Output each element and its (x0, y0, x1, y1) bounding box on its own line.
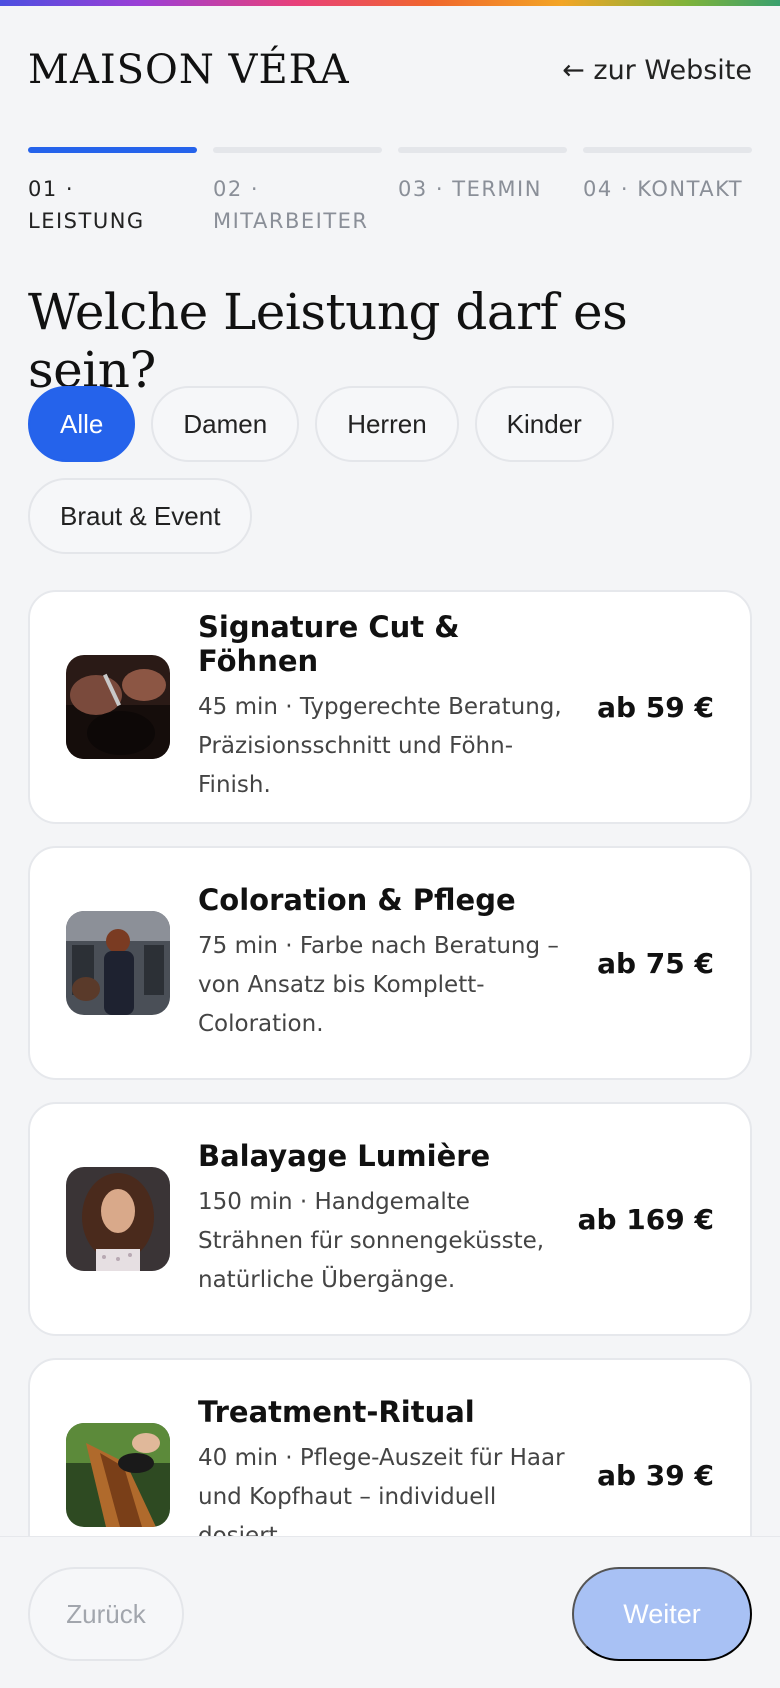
service-title: Treatment-Ritual (198, 1394, 475, 1429)
wizard-footer: Zurück Weiter (0, 1536, 780, 1688)
top-accent-bar (0, 0, 780, 6)
step-contact: 04 · KONTAKT (583, 147, 752, 237)
step-label: 04 · KONTAKT (583, 177, 744, 201)
service-info: Balayage Lumière 150 min · Handgemalte S… (198, 1139, 578, 1300)
step-progress-bar (28, 147, 197, 153)
haircut-photo (66, 655, 170, 759)
back-button[interactable]: Zurück (28, 1567, 184, 1661)
service-card[interactable]: Balayage Lumière 150 min · Handgemalte S… (28, 1102, 752, 1336)
service-price: ab 75 € (597, 946, 714, 980)
step-progress-bar (213, 147, 382, 153)
step-service: 01 · LEISTUNG (28, 147, 197, 237)
portrait-photo (66, 1167, 170, 1271)
step-label: 01 · LEISTUNG (28, 177, 145, 233)
booking-stepper: 01 · LEISTUNG 02 · MITARBEITER 03 · TERM… (28, 147, 752, 237)
service-info: Coloration & Pflege 75 min · Farbe nach … (198, 883, 597, 1044)
step-label: 02 · MITARBEITER (213, 177, 369, 233)
page-title: Welche Leistung darf es sein? (28, 283, 628, 399)
service-card[interactable]: Treatment-Ritual 40 min · Pflege-Auszeit… (28, 1358, 752, 1538)
service-info: Treatment-Ritual 40 min · Pflege-Auszeit… (198, 1395, 597, 1539)
service-description: 75 min · Farbe nach Beratung – von Ansat… (198, 932, 559, 1037)
step-staff: 02 · MITARBEITER (213, 147, 382, 237)
service-title: Coloration & Pflege (198, 882, 516, 917)
treatment-photo (66, 1423, 170, 1527)
service-price: ab 169 € (577, 1202, 714, 1236)
filter-chip-kids[interactable]: Kinder (474, 386, 614, 462)
step-progress-bar (398, 147, 567, 153)
step-progress-bar (583, 147, 752, 153)
back-to-website-link[interactable]: ← zur Website (562, 55, 752, 86)
service-title: Signature Cut & Föhnen (198, 609, 460, 678)
filter-chip-men[interactable]: Herren (315, 386, 459, 462)
next-button[interactable]: Weiter (572, 1567, 752, 1661)
category-filter-group: Alle Damen Herren Kinder Braut & Event (28, 386, 752, 554)
salon-photo (66, 911, 170, 1015)
service-info: Signature Cut & Föhnen 45 min · Typgerec… (198, 610, 597, 805)
service-description: 45 min · Typgerechte Beratung, Präzision… (198, 693, 562, 798)
brand-logo: MAISON VÉRA (28, 47, 350, 93)
service-description: 40 min · Pflege-Auszeit für Haar und Kop… (198, 1444, 565, 1539)
service-price: ab 59 € (597, 690, 714, 724)
service-price: ab 39 € (597, 1458, 714, 1492)
step-appointment: 03 · TERMIN (398, 147, 567, 237)
filter-chip-women[interactable]: Damen (151, 386, 300, 462)
filter-chip-all[interactable]: Alle (28, 386, 136, 462)
service-description: 150 min · Handgemalte Strähnen für sonne… (198, 1188, 545, 1293)
site-header: MAISON VÉRA ← zur Website (28, 40, 752, 100)
step-label: 03 · TERMIN (398, 177, 542, 201)
filter-chip-bridal-event[interactable]: Braut & Event (28, 478, 253, 554)
service-card[interactable]: Coloration & Pflege 75 min · Farbe nach … (28, 846, 752, 1080)
service-list: Signature Cut & Föhnen 45 min · Typgerec… (28, 590, 752, 1538)
service-title: Balayage Lumière (198, 1138, 491, 1173)
service-card[interactable]: Signature Cut & Föhnen 45 min · Typgerec… (28, 590, 752, 824)
